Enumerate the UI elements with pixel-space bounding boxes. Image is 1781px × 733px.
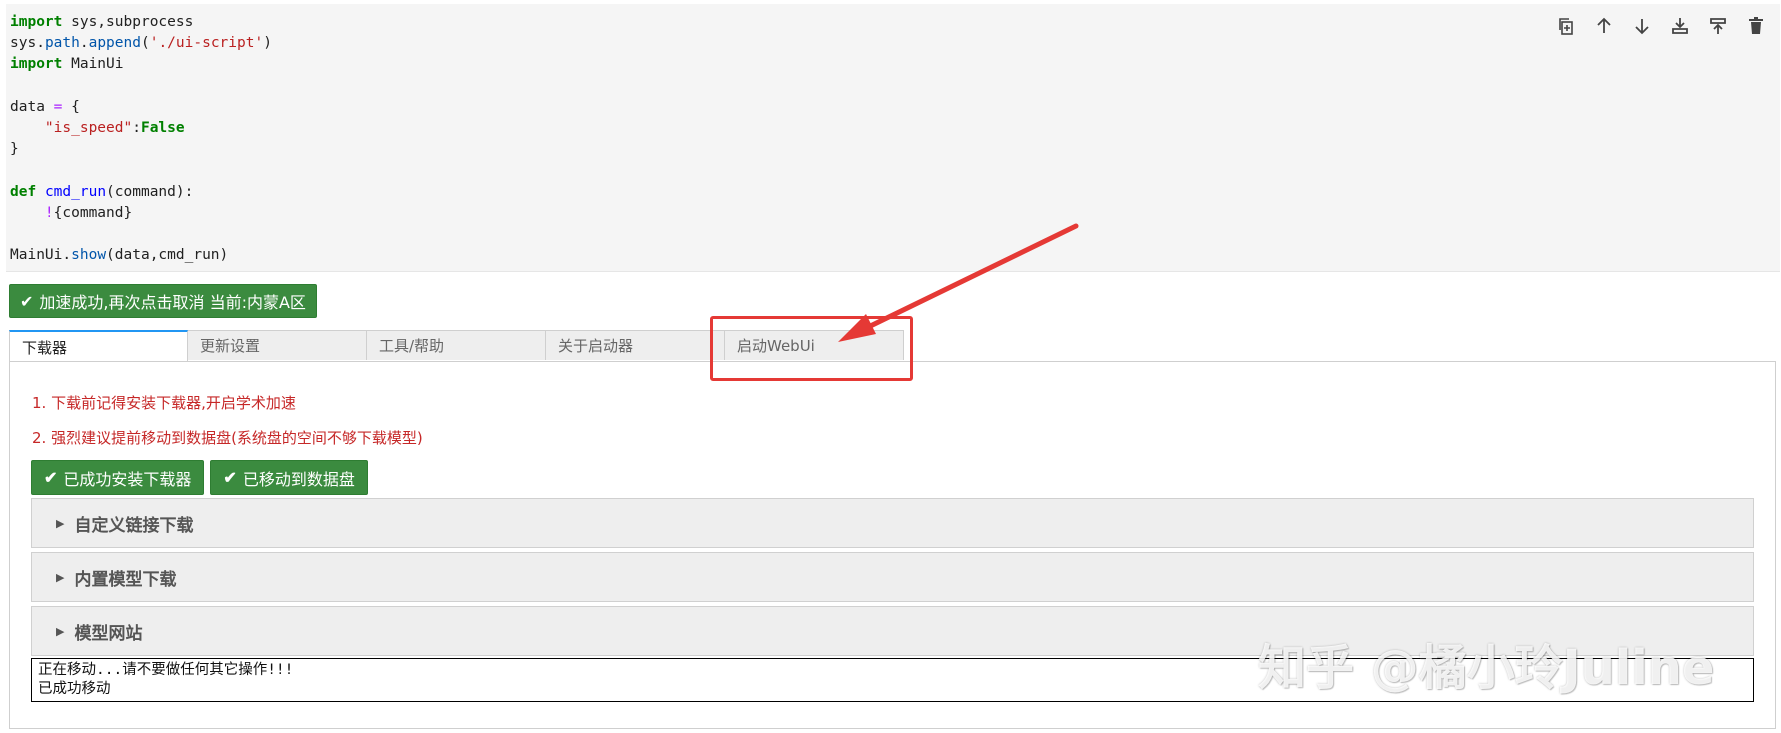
accordion-label: 自定义链接下载 bbox=[74, 515, 194, 536]
accordion-builtin-model-download[interactable]: ▶ 内置模型下载 bbox=[31, 552, 1754, 602]
tab-label: 工具/帮助 bbox=[379, 337, 445, 355]
cell-toolbar bbox=[1554, 14, 1768, 38]
accordion-label: 模型网站 bbox=[74, 623, 143, 644]
code-line: MainUi.show(data,cmd_run) bbox=[10, 247, 229, 264]
insert-below-icon[interactable] bbox=[1668, 14, 1692, 38]
code-line: !{command} bbox=[44, 204, 133, 221]
status-button-row: ✔ 已成功安装下载器 ✔ 已移动到数据盘 bbox=[31, 460, 368, 495]
copy-icon[interactable] bbox=[1554, 14, 1578, 38]
moved-to-data-disk-button[interactable]: ✔ 已移动到数据盘 bbox=[210, 460, 368, 495]
tab-tools-help[interactable]: 工具/帮助 bbox=[367, 330, 546, 360]
code-line: import sys,subprocess bbox=[10, 14, 194, 30]
delete-icon[interactable] bbox=[1744, 14, 1768, 38]
installed-downloader-label: 已成功安装下载器 bbox=[63, 471, 192, 489]
tab-label: 关于启动器 bbox=[558, 337, 634, 355]
arrow-up-icon[interactable] bbox=[1592, 14, 1616, 38]
tab-label: 更新设置 bbox=[200, 337, 261, 355]
arrow-down-icon[interactable] bbox=[1630, 14, 1654, 38]
accordion-label: 内置模型下载 bbox=[74, 569, 177, 590]
annotation-highlight-box bbox=[710, 316, 913, 381]
installed-downloader-button[interactable]: ✔ 已成功安装下载器 bbox=[31, 460, 205, 495]
code-line: sys.path.append('./ui-script') bbox=[10, 35, 272, 52]
tab-about-launcher[interactable]: 关于启动器 bbox=[546, 330, 725, 360]
tab-update-settings[interactable]: 更新设置 bbox=[188, 330, 367, 360]
speed-toggle-label: 加速成功,再次点击取消 当前:内蒙A区 bbox=[39, 293, 306, 312]
code-line: data = { bbox=[10, 98, 80, 115]
accordion-custom-link-download[interactable]: ▶ 自定义链接下载 bbox=[31, 498, 1754, 548]
speed-toggle-button[interactable]: ✔ 加速成功,再次点击取消 当前:内蒙A区 bbox=[9, 284, 317, 318]
moved-to-data-disk-label: 已移动到数据盘 bbox=[242, 471, 355, 489]
caret-right-icon: ▶ bbox=[56, 516, 65, 530]
code-line: "is_speed":False bbox=[44, 119, 185, 136]
code-editor[interactable]: import sys,subprocess sys.path.append('./… bbox=[10, 12, 272, 266]
tab-downloader[interactable]: 下载器 bbox=[9, 330, 188, 362]
download-note-2: 2. 强烈建议提前移动到数据盘(系统盘的空间不够下载模型) bbox=[32, 429, 423, 447]
code-line: } bbox=[10, 141, 19, 158]
code-line: def cmd_run(command): bbox=[10, 183, 194, 200]
insert-above-icon[interactable] bbox=[1706, 14, 1730, 38]
code-cell[interactable]: import sys,subprocess sys.path.append('./… bbox=[6, 4, 1780, 272]
check-icon: ✔ bbox=[44, 469, 58, 487]
check-icon: ✔ bbox=[223, 469, 237, 487]
check-icon: ✔ bbox=[20, 291, 34, 311]
tab-label: 下载器 bbox=[22, 338, 68, 357]
watermark: 知乎 @橘小玲Juline bbox=[1258, 640, 1715, 696]
caret-right-icon: ▶ bbox=[56, 570, 65, 584]
caret-right-icon: ▶ bbox=[56, 624, 65, 638]
code-line: import MainUi bbox=[10, 56, 124, 73]
download-note-1: 1. 下载前记得安装下载器,开启学术加速 bbox=[32, 394, 296, 412]
